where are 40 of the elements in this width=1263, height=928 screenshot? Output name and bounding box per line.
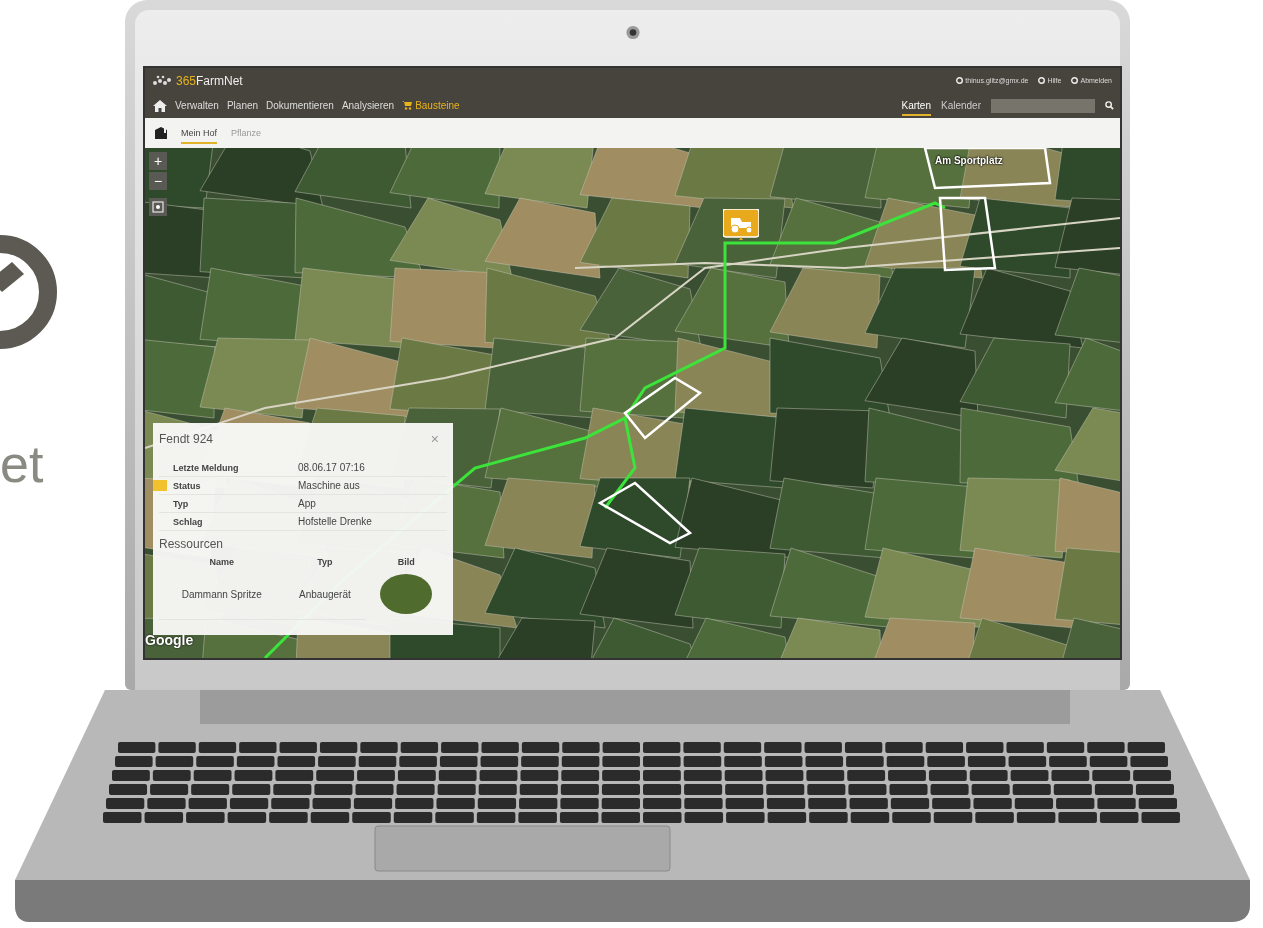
target-icon [152,201,164,213]
field-value: Hofstelle Drenke [298,512,447,531]
column-header: Bild [396,556,416,569]
field-value: Maschine aus [298,476,447,495]
nav-link[interactable]: Bausteine [402,100,460,111]
field-value: 08.06.17 07:16 [298,459,447,477]
table-cell: Dammann Spritze [159,571,285,619]
zoom-out-button[interactable]: − [149,172,167,190]
search-field[interactable] [991,98,1095,113]
cart-icon [402,101,413,110]
view-tab[interactable]: Kalender [940,95,981,116]
column-header: Typ [316,556,334,569]
nav-link[interactable]: Planen [226,100,259,111]
nav-link[interactable]: Verwalten [175,100,219,111]
sub-tab[interactable]: Mein Hof [181,122,217,144]
zoom-in-button[interactable]: + [149,152,167,170]
webcam-icon [624,25,641,40]
recenter-button[interactable] [149,198,167,216]
app-logo: 365FarmNet [176,73,243,88]
nav-link[interactable]: Dokumentieren [266,100,334,111]
section-heading: Ressourcen [159,537,225,551]
tractor-marker-icon[interactable] [723,209,759,241]
field-label: Typ [173,498,189,509]
view-tab[interactable]: Karten [901,95,931,116]
brand-text: et [0,438,44,490]
search-icon[interactable] [1105,101,1114,110]
map-attribution: Google [145,632,194,648]
field-label: Status [173,480,201,491]
field-label: Schlag [173,516,203,527]
nav-link[interactable]: Analysieren [341,100,395,111]
home-icon[interactable] [153,99,167,112]
farm-icon [155,127,167,139]
field-label: Letzte Meldung [173,462,239,473]
table-cell: Anbaugerät [284,571,366,619]
column-header: Name [208,556,235,569]
field-value: App [298,494,447,513]
popup-title: Fendt 924 [159,432,214,446]
field-label: Am Sportplatz [935,155,1003,166]
logo-icon [151,74,173,87]
photo-placeholder [380,574,433,614]
